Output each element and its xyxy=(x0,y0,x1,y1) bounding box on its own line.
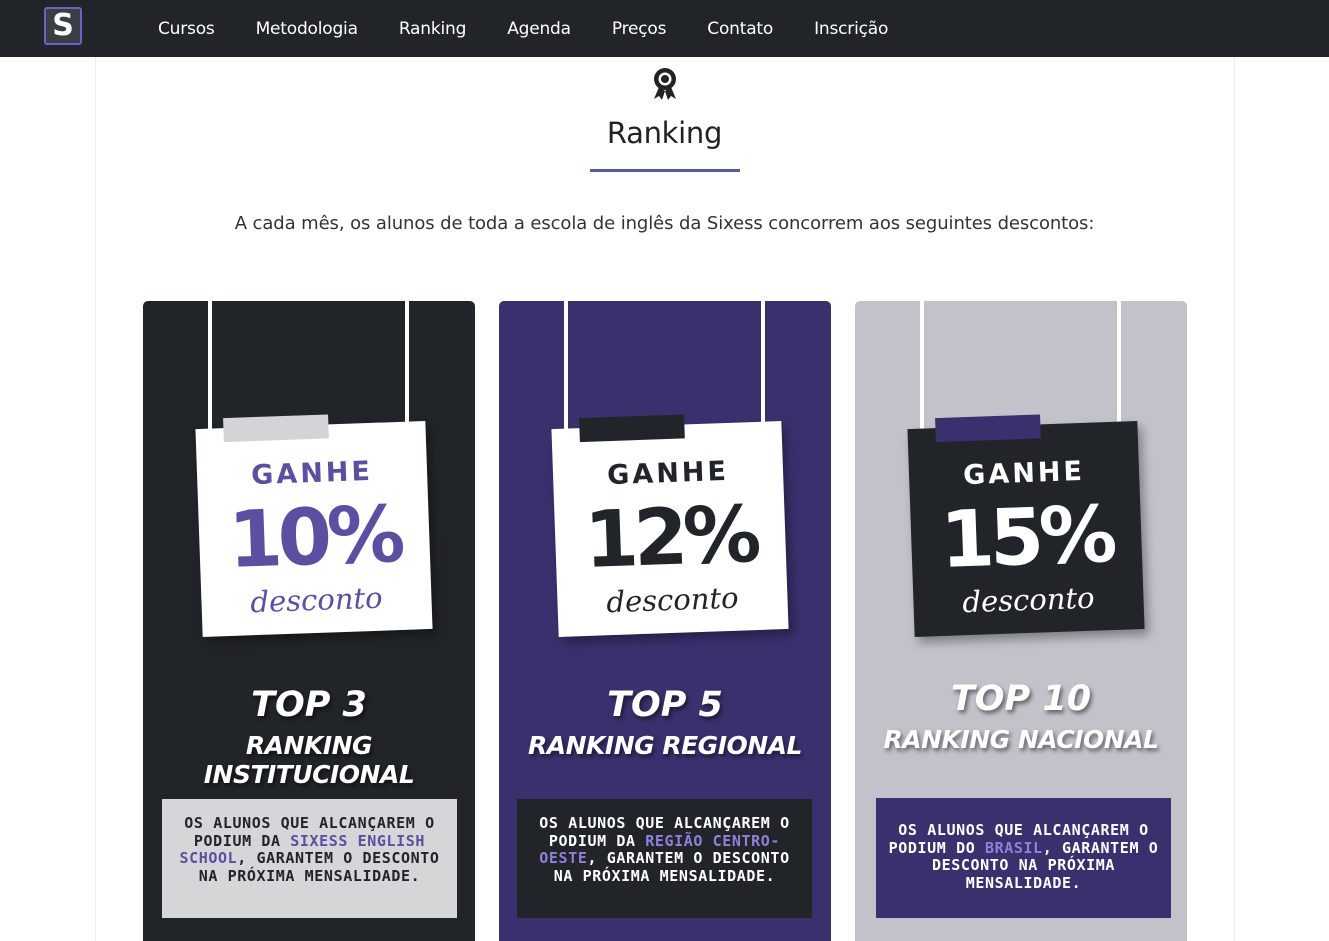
top-rank-label: TOP 5 xyxy=(607,685,723,725)
nav-links: Cursos Metodologia Ranking Agenda Preços… xyxy=(158,0,929,57)
hanging-string xyxy=(761,301,765,441)
desconto-label: desconto xyxy=(605,580,740,620)
section-title: Ranking xyxy=(606,116,723,150)
discount-percent: 10% xyxy=(226,490,402,586)
ranking-scope-label: RANKING INSTITUCIONAL xyxy=(203,731,415,789)
nav-link-contato[interactable]: Contato xyxy=(707,19,773,39)
hanging-string xyxy=(564,301,568,441)
ganhe-label: GANHE xyxy=(962,455,1086,492)
nav-link-ranking[interactable]: Ranking xyxy=(399,19,467,39)
discount-percent: 15% xyxy=(938,490,1114,586)
ranking-scope-label: RANKING REGIONAL xyxy=(528,731,802,760)
discount-note: GANHE 15% desconto xyxy=(907,414,1145,637)
tape-strip xyxy=(579,414,685,443)
tape-strip xyxy=(223,414,329,443)
discount-note: GANHE 12% desconto xyxy=(551,414,789,637)
description-box: OS ALUNOS QUE ALCANÇAREM O PODIUM DA SIX… xyxy=(162,799,457,918)
tape-strip xyxy=(935,414,1041,443)
description-box: OS ALUNOS QUE ALCANÇAREM O PODIUM DA REG… xyxy=(517,799,812,918)
discount-percent: 12% xyxy=(582,490,758,586)
discount-card-top5: GANHE 12% desconto TOP 5 RANKING REGIONA… xyxy=(499,301,831,941)
hanging-string xyxy=(920,301,924,441)
nav-link-inscricao[interactable]: Inscrição xyxy=(814,19,888,39)
desconto-label: desconto xyxy=(961,580,1096,620)
brand-logo[interactable]: S xyxy=(44,7,82,45)
nav-link-cursos[interactable]: Cursos xyxy=(158,19,215,39)
hanging-string xyxy=(208,301,212,441)
top-navbar: S Cursos Metodologia Ranking Agenda Preç… xyxy=(0,0,1329,57)
description-text: , GARANTEM O DESCONTO NA PRÓXIMA MENSALI… xyxy=(553,849,790,885)
discount-card-top10: GANHE 15% desconto TOP 10 RANKING NACION… xyxy=(855,301,1187,941)
description-box: OS ALUNOS QUE ALCANÇAREM O PODIUM DO BRA… xyxy=(876,798,1171,918)
discount-card-top3: GANHE 10% desconto TOP 3 RANKING INSTITU… xyxy=(143,301,475,941)
nav-link-agenda[interactable]: Agenda xyxy=(507,19,571,39)
hanging-string xyxy=(405,301,409,441)
hanging-string xyxy=(1117,301,1121,441)
top-rank-label: TOP 10 xyxy=(950,679,1092,719)
nav-link-metodologia[interactable]: Metodologia xyxy=(256,19,358,39)
discount-note: GANHE 10% desconto xyxy=(195,414,433,637)
nav-link-precos[interactable]: Preços xyxy=(612,19,667,39)
desconto-label: desconto xyxy=(249,580,384,620)
title-underline xyxy=(590,169,740,172)
ranking-scope-label: RANKING NACIONAL xyxy=(883,725,1159,754)
ganhe-label: GANHE xyxy=(250,455,374,492)
ganhe-label: GANHE xyxy=(606,455,730,492)
award-icon xyxy=(654,68,676,100)
top-rank-label: TOP 3 xyxy=(251,685,367,725)
intro-text: A cada mês, os alunos de toda a escola d… xyxy=(234,213,1095,234)
description-highlight: BRASIL xyxy=(984,838,1043,857)
